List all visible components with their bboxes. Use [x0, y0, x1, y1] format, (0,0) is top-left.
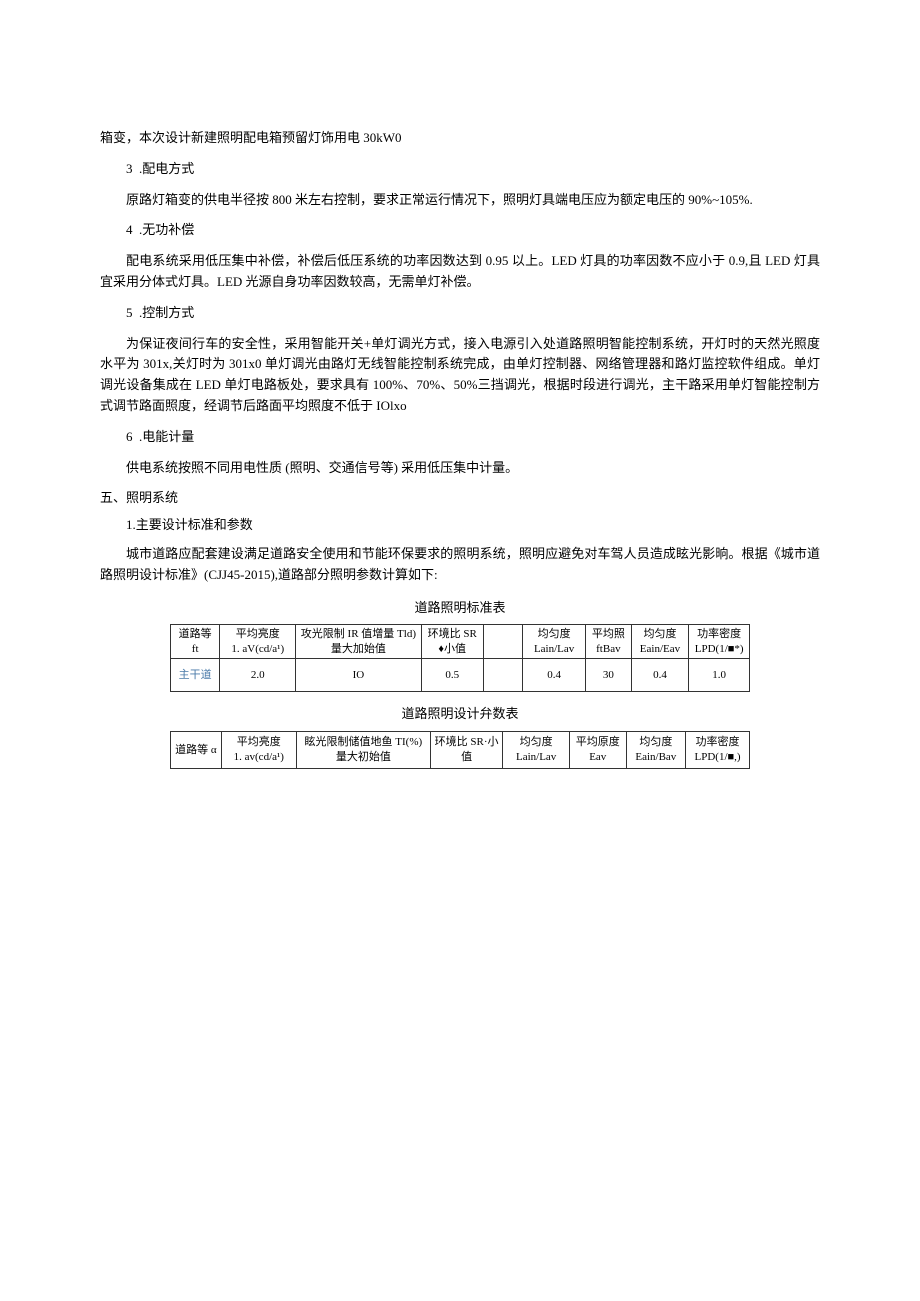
table-row: 道路等 ft 平均亮度1. aV(cd/a¹) 攻光限制 IR 值增量 Tld)…	[171, 625, 750, 659]
th: 环境比 SR·小值	[430, 731, 503, 768]
th: 道路等 α	[171, 731, 222, 768]
th: 均匀度Lain/Lav	[503, 731, 569, 768]
td: 2.0	[220, 658, 296, 691]
table-row: 道路等 α 平均亮度1. av(cd/a¹) 眩光限制储值地鱼 TI(%)量大初…	[171, 731, 750, 768]
heading-item-4: 4 .无功补偿	[126, 220, 820, 241]
heading-sub-5-1: 1.主要设计标准和参数	[126, 515, 820, 536]
th: 均匀度Eain/Bav	[626, 731, 685, 768]
th: 均匀度Eain/Eav	[631, 625, 689, 659]
th: 环境比 SR♦小值	[421, 625, 483, 659]
paragraph-5-1: 城市道路应配套建设满足道路安全使用和节能环保要求的照明系统，照明应避免对车驾人员…	[100, 544, 820, 586]
th: 平均原度Eav	[569, 731, 626, 768]
table2-container: 道路等 α 平均亮度1. av(cd/a¹) 眩光限制储值地鱼 TI(%)量大初…	[100, 731, 820, 769]
paragraph-boxchange: 箱变，本次设计新建照明配电箱预留灯饰用电 30kW0	[100, 128, 820, 149]
paragraph-4: 配电系统采用低压集中补偿，补偿后低压系统的功率因数达到 0.95 以上。LED …	[100, 251, 820, 293]
heading-item-3: 3 .配电方式	[126, 159, 820, 180]
table1-title: 道路照明标准表	[100, 598, 820, 619]
table-row: 主干道 2.0 IO 0.5 0.4 30 0.4 1.0	[171, 658, 750, 691]
td: IO	[296, 658, 421, 691]
heading-section-5: 五、照明系统	[100, 488, 820, 509]
th: 功率密度LPD(1/■*)	[689, 625, 750, 659]
table-standard: 道路等 ft 平均亮度1. aV(cd/a¹) 攻光限制 IR 值增量 Tld)…	[170, 624, 750, 692]
th	[483, 625, 522, 659]
th: 平均亮度1. av(cd/a¹)	[221, 731, 296, 768]
td: 主干道	[171, 658, 220, 691]
th: 功率密度LPD(1/■,)	[686, 731, 750, 768]
td: 30	[586, 658, 631, 691]
paragraph-5: 为保证夜间行车的安全性，采用智能开关+单灯调光方式，接入电源引入处道路照明智能控…	[100, 334, 820, 417]
paragraph-3: 原路灯箱变的供电半径按 800 米左右控制，要求正常运行情况下，照明灯具端电压应…	[100, 190, 820, 211]
heading-item-5: 5 .控制方式	[126, 303, 820, 324]
td: 0.4	[523, 658, 586, 691]
th: 均匀度Lain/Lav	[523, 625, 586, 659]
th: 道路等 ft	[171, 625, 220, 659]
table1-container: 道路等 ft 平均亮度1. aV(cd/a¹) 攻光限制 IR 值增量 Tld)…	[100, 624, 820, 692]
table-design-params: 道路等 α 平均亮度1. av(cd/a¹) 眩光限制储值地鱼 TI(%)量大初…	[170, 731, 750, 769]
heading-item-6: 6 .电能计量	[126, 427, 820, 448]
th: 平均亮度1. aV(cd/a¹)	[220, 625, 296, 659]
th: 平均照ftBav	[586, 625, 631, 659]
td: 0.5	[421, 658, 483, 691]
th: 眩光限制储值地鱼 TI(%)量大初始值	[296, 731, 430, 768]
table2-title: 道路照明设计弁数表	[100, 704, 820, 725]
td: 1.0	[689, 658, 750, 691]
paragraph-6: 供电系统按照不同用电性质 (照明、交通信号等) 采用低压集中计量。	[100, 458, 820, 479]
td	[483, 658, 522, 691]
th: 攻光限制 IR 值增量 Tld)量大加始值	[296, 625, 421, 659]
td: 0.4	[631, 658, 689, 691]
